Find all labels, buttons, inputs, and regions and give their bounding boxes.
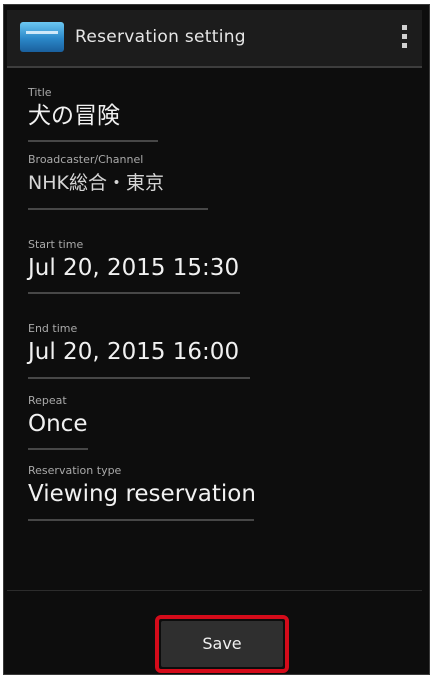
button-bar-divider bbox=[7, 590, 422, 591]
end-time-label: End time bbox=[28, 322, 78, 335]
start-time-label: Start time bbox=[28, 238, 84, 251]
start-time-field[interactable]: Start time Jul 20, 2015 15:30 bbox=[28, 238, 239, 284]
channel-field[interactable]: Broadcaster/Channel NHK総合・東京 bbox=[28, 153, 164, 199]
reservation-type-underline bbox=[28, 519, 254, 521]
reservation-type-label: Reservation type bbox=[28, 464, 122, 477]
action-bar: Reservation setting bbox=[7, 10, 422, 68]
start-time-value: Jul 20, 2015 15:30 bbox=[28, 255, 240, 281]
start-time-underline bbox=[28, 292, 240, 294]
reservation-type-value: Viewing reservation bbox=[28, 481, 256, 507]
repeat-field[interactable]: Repeat Once bbox=[28, 394, 87, 440]
title-field[interactable]: Title 犬の冒険 bbox=[28, 86, 120, 132]
title-label: Title bbox=[28, 86, 52, 99]
repeat-label: Repeat bbox=[28, 394, 67, 407]
repeat-value: Once bbox=[28, 411, 88, 437]
overflow-menu-icon[interactable] bbox=[398, 22, 410, 56]
channel-value: NHK総合・東京 bbox=[28, 172, 164, 194]
save-button[interactable]: Save bbox=[161, 621, 283, 667]
end-time-field[interactable]: End time Jul 20, 2015 16:00 bbox=[28, 322, 239, 368]
title-underline bbox=[28, 140, 158, 142]
end-time-value: Jul 20, 2015 16:00 bbox=[28, 339, 240, 365]
channel-underline bbox=[28, 208, 208, 210]
title-value: 犬の冒険 bbox=[28, 103, 120, 129]
reservation-type-field[interactable]: Reservation type Viewing reservation bbox=[28, 464, 256, 510]
app-icon bbox=[20, 22, 64, 52]
repeat-underline bbox=[28, 448, 88, 450]
screen-title: Reservation setting bbox=[75, 27, 246, 47]
end-time-underline bbox=[28, 377, 250, 379]
channel-label: Broadcaster/Channel bbox=[28, 153, 144, 166]
